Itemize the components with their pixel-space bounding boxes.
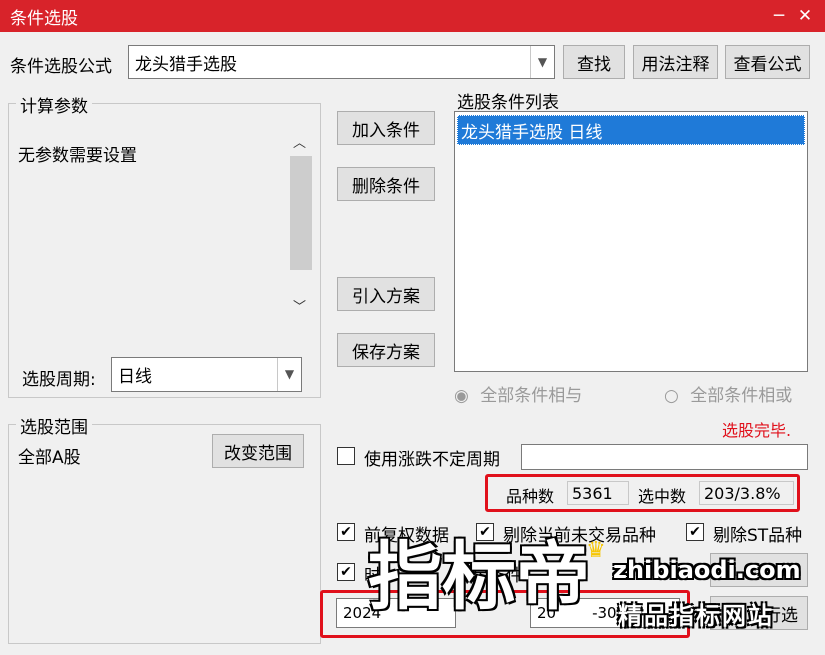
import-scheme-button[interactable]: 引入方案 xyxy=(337,277,435,311)
count-value: 5361 xyxy=(567,481,629,505)
crown-icon: ♛ xyxy=(586,538,606,563)
end-date-tail: -30 xyxy=(592,604,617,622)
period-value: 日线 xyxy=(118,367,152,387)
scroll-thumb[interactable] xyxy=(290,156,312,270)
params-legend: 计算参数 xyxy=(16,92,92,117)
forward-adjust-checkbox[interactable]: ✔ xyxy=(337,523,355,541)
exclude-st-label: 剔除ST品种 xyxy=(713,526,803,546)
period-label: 选股周期: xyxy=(22,370,96,390)
radio-icon[interactable]: ○ xyxy=(664,386,679,406)
minimize-button[interactable]: ─ xyxy=(766,3,792,29)
period-select[interactable]: 日线 ▼ xyxy=(111,357,302,392)
radio-and-label: 全部条件相与 xyxy=(480,386,583,406)
selected-label: 选中数 xyxy=(638,487,687,506)
formula-label: 条件选股公式 xyxy=(10,57,112,77)
formula-select[interactable]: 龙头猎手选股 ▼ xyxy=(128,45,555,79)
count-label: 品种数 xyxy=(506,487,555,506)
params-scrollbar[interactable]: ︿ ﹀ xyxy=(290,128,312,318)
limit-period-input[interactable] xyxy=(521,444,808,470)
radio-or-all[interactable]: ○ 全部条件相或 xyxy=(664,381,792,406)
params-text: 无参数需要设置 xyxy=(18,146,137,166)
formula-value: 龙头猎手选股 xyxy=(135,54,237,75)
selected-value: 203/3.8% xyxy=(699,481,794,505)
usage-notes-button[interactable]: 用法注释 xyxy=(633,45,718,79)
scope-value: 全部A股 xyxy=(18,448,81,468)
limit-period-label: 使用涨跌不定周期 xyxy=(364,450,500,470)
scope-legend: 选股范围 xyxy=(16,413,92,438)
condition-list-legend: 选股条件列表 xyxy=(457,93,559,113)
radio-and-all[interactable]: ◉ 全部条件相与 xyxy=(454,381,582,406)
condition-list[interactable]: 龙头猎手选股 日线 xyxy=(454,111,808,372)
add-condition-button[interactable]: 加入条件 xyxy=(337,111,435,145)
close-button[interactable]: ✕ xyxy=(792,3,818,29)
exclude-st-checkbox[interactable]: ✔ xyxy=(686,523,704,541)
view-formula-button[interactable]: 查看公式 xyxy=(725,45,810,79)
find-button[interactable]: 查找 xyxy=(563,45,625,79)
scroll-up-icon[interactable]: ︿ xyxy=(293,132,306,151)
watermark-site: zhibiaodi.com xyxy=(613,556,801,584)
list-item[interactable]: 龙头猎手选股 日线 xyxy=(457,115,805,145)
watermark-tagline: 精品指标网站 xyxy=(618,602,774,630)
chevron-down-icon[interactable]: ▼ xyxy=(277,358,301,391)
radio-icon[interactable]: ◉ xyxy=(454,386,469,406)
chevron-down-icon[interactable]: ▼ xyxy=(530,46,554,78)
time-condition-checkbox[interactable]: ✔ xyxy=(337,563,355,581)
title-bar: 条件选股 ─ ✕ xyxy=(0,0,825,32)
scroll-down-icon[interactable]: ﹀ xyxy=(293,296,306,315)
delete-condition-button[interactable]: 删除条件 xyxy=(337,167,435,201)
limit-period-checkbox[interactable] xyxy=(337,447,355,465)
watermark-logo: 指标帝 xyxy=(368,534,590,620)
save-scheme-button[interactable]: 保存方案 xyxy=(337,333,435,367)
window-title: 条件选股 xyxy=(10,9,78,29)
status-text: 选股完毕. xyxy=(722,421,792,440)
change-scope-button[interactable]: 改变范围 xyxy=(212,434,304,468)
radio-or-label: 全部条件相或 xyxy=(690,386,793,406)
